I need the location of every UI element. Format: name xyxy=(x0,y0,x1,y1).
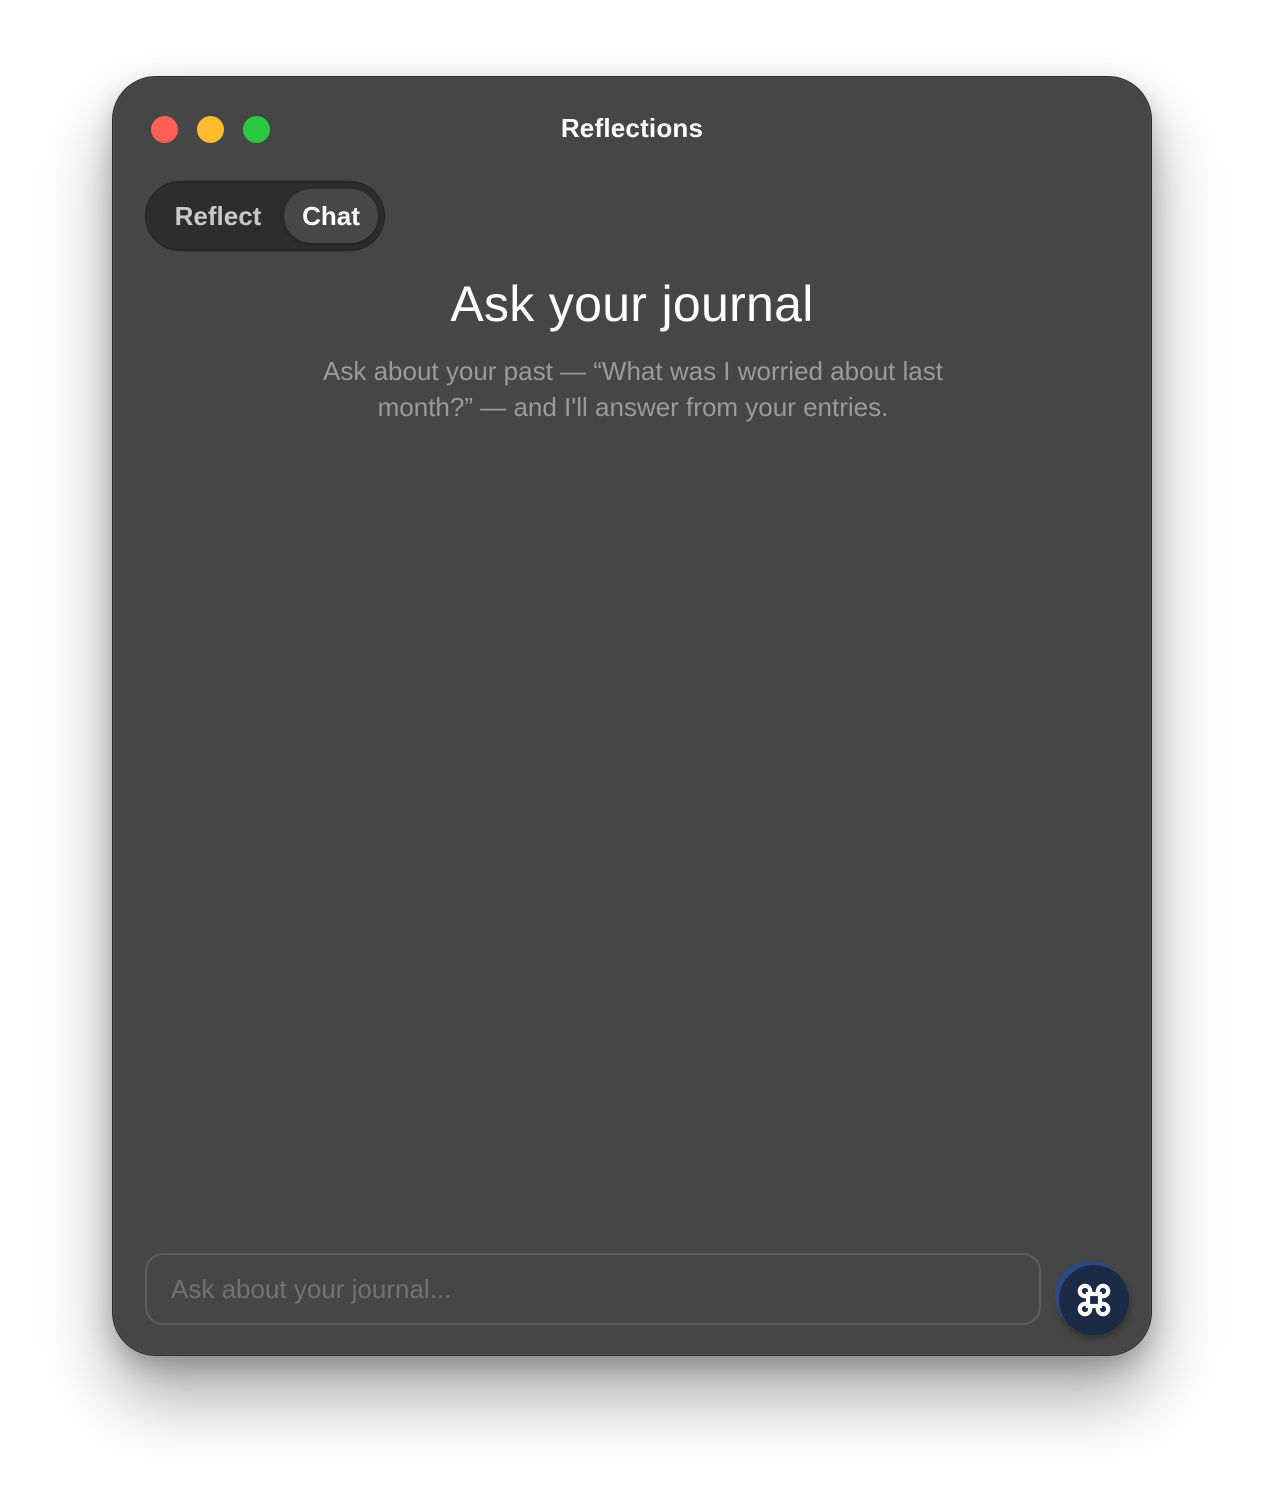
chat-input[interactable] xyxy=(171,1273,1039,1305)
page-heading: Ask your journal xyxy=(450,276,814,332)
mode-segmented-control: Reflect Chat xyxy=(145,181,385,251)
tab-chat[interactable]: Chat xyxy=(284,189,378,243)
app-window: Reflections Reflect Chat Ask your journa… xyxy=(112,76,1152,1356)
command-key-icon xyxy=(1077,1283,1111,1317)
send-button[interactable] xyxy=(1059,1265,1129,1335)
chat-input-container xyxy=(145,1253,1041,1325)
page-description: Ask about your past — “What was I worrie… xyxy=(323,356,943,422)
window-title: Reflections xyxy=(560,113,704,143)
tab-reflect[interactable]: Reflect xyxy=(152,189,284,243)
